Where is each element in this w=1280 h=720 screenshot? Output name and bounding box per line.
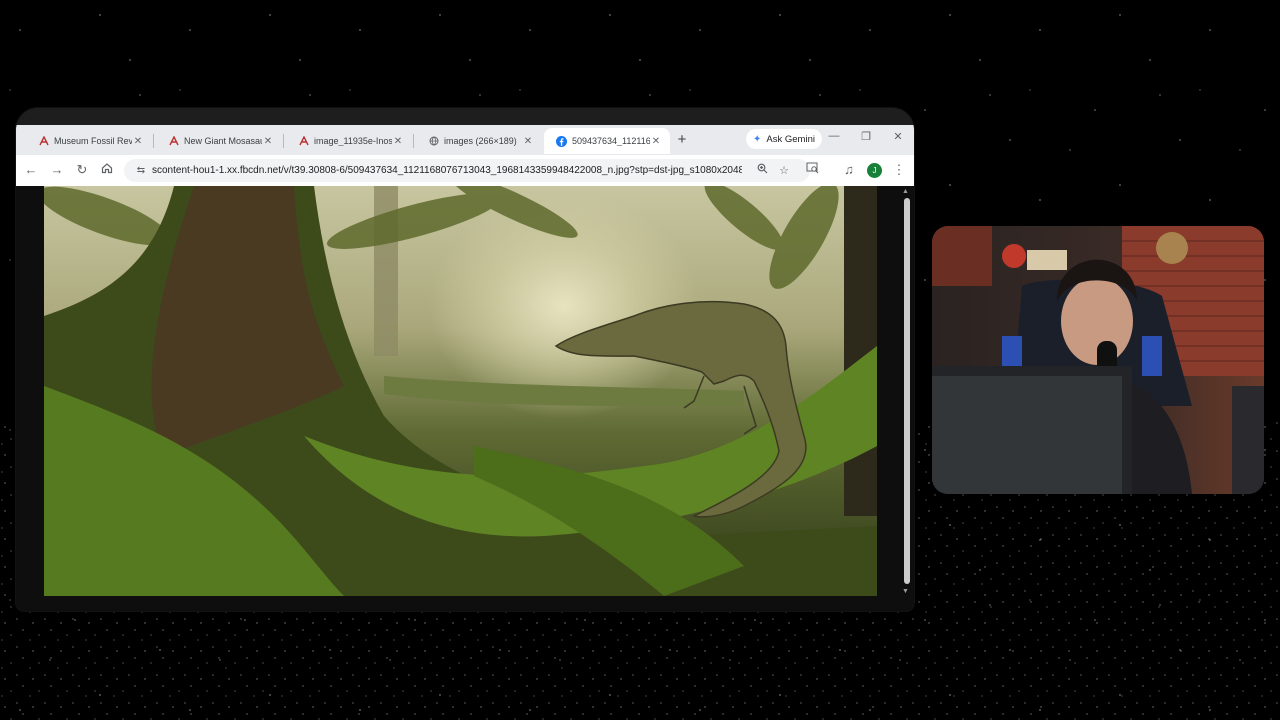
tab-label: Museum Fossil Reveals: [54, 136, 132, 146]
minimize-window-icon[interactable]: —: [824, 130, 844, 142]
back-arrow-icon[interactable]: ←: [22, 161, 40, 179]
reload-icon[interactable]: ↻: [73, 161, 91, 179]
ask-gemini-button[interactable]: ✦ Ask Gemini: [746, 129, 822, 149]
menu-kebab-icon[interactable]: ⋮: [890, 161, 908, 179]
page-viewport: ▲ ▼: [16, 186, 914, 611]
tab-label: image_11935e-Inostra: [314, 136, 392, 146]
dinosaur-forest-painting: [44, 186, 877, 596]
forward-arrow-icon[interactable]: →: [48, 161, 66, 179]
ask-gemini-label: Ask Gemini: [766, 133, 815, 145]
scroll-down-arrow-icon[interactable]: ▼: [902, 588, 909, 595]
tab-new-giant-mosasaur[interactable]: New Giant Mosasaur ✕: [156, 128, 282, 154]
close-window-icon[interactable]: ✕: [888, 130, 908, 143]
scroll-up-arrow-icon[interactable]: ▲: [902, 188, 909, 195]
tab-separator: [413, 134, 414, 148]
tab-close-icon[interactable]: ✕: [650, 136, 662, 147]
facebook-icon: [556, 135, 567, 147]
tab-separator: [283, 134, 284, 148]
fossil-favicon-icon: [298, 136, 309, 147]
search-tabs-icon[interactable]: [803, 161, 821, 179]
gemini-spark-icon: ✦: [753, 133, 762, 145]
vertical-scrollbar[interactable]: [904, 198, 910, 584]
tab-museum-fossil[interactable]: Museum Fossil Reveals ✕: [26, 128, 152, 154]
restore-window-icon[interactable]: ❐: [856, 130, 876, 143]
globe-icon: [428, 136, 439, 147]
new-tab-button[interactable]: +: [672, 130, 692, 150]
fossil-favicon-icon: [38, 136, 49, 147]
tab-image-inostra[interactable]: image_11935e-Inostra ✕: [286, 128, 412, 154]
home-icon[interactable]: [98, 161, 116, 179]
tab-label: 509437634_1121168: [572, 136, 650, 146]
webcam-feed: [932, 226, 1264, 494]
browser-toolbar: ← → ↻ ⇆ scontent-hou1-1.xx.fbcdn.net/v/t…: [16, 155, 914, 187]
profile-avatar[interactable]: J: [867, 163, 882, 178]
tab-strip: Museum Fossil Reveals ✕ New Giant Mosasa…: [16, 125, 914, 155]
tab-close-icon[interactable]: ✕: [522, 136, 534, 147]
tab-separator: [153, 134, 154, 148]
tab-close-icon[interactable]: ✕: [392, 136, 404, 147]
tab-active-facebook-image[interactable]: 509437634_1121168 ✕: [544, 128, 670, 154]
media-controls-icon[interactable]: ♫: [840, 161, 858, 179]
zoom-icon[interactable]: [754, 163, 770, 179]
tab-close-icon[interactable]: ✕: [262, 136, 274, 147]
tab-label: New Giant Mosasaur: [184, 136, 262, 146]
address-bar[interactable]: ⇆ scontent-hou1-1.xx.fbcdn.net/v/t39.308…: [124, 159, 810, 182]
bookmark-star-icon[interactable]: ☆: [776, 163, 792, 179]
fossil-favicon-icon: [168, 136, 179, 147]
tab-label: images (266×189): [444, 136, 517, 146]
tab-close-icon[interactable]: ✕: [132, 136, 144, 147]
browser-window: Museum Fossil Reveals ✕ New Giant Mosasa…: [16, 108, 914, 611]
site-info-icon[interactable]: ⇆: [130, 165, 152, 176]
url-text: scontent-hou1-1.xx.fbcdn.net/v/t39.30808…: [152, 165, 742, 176]
tab-images-266[interactable]: images (266×189) ✕: [416, 128, 542, 154]
